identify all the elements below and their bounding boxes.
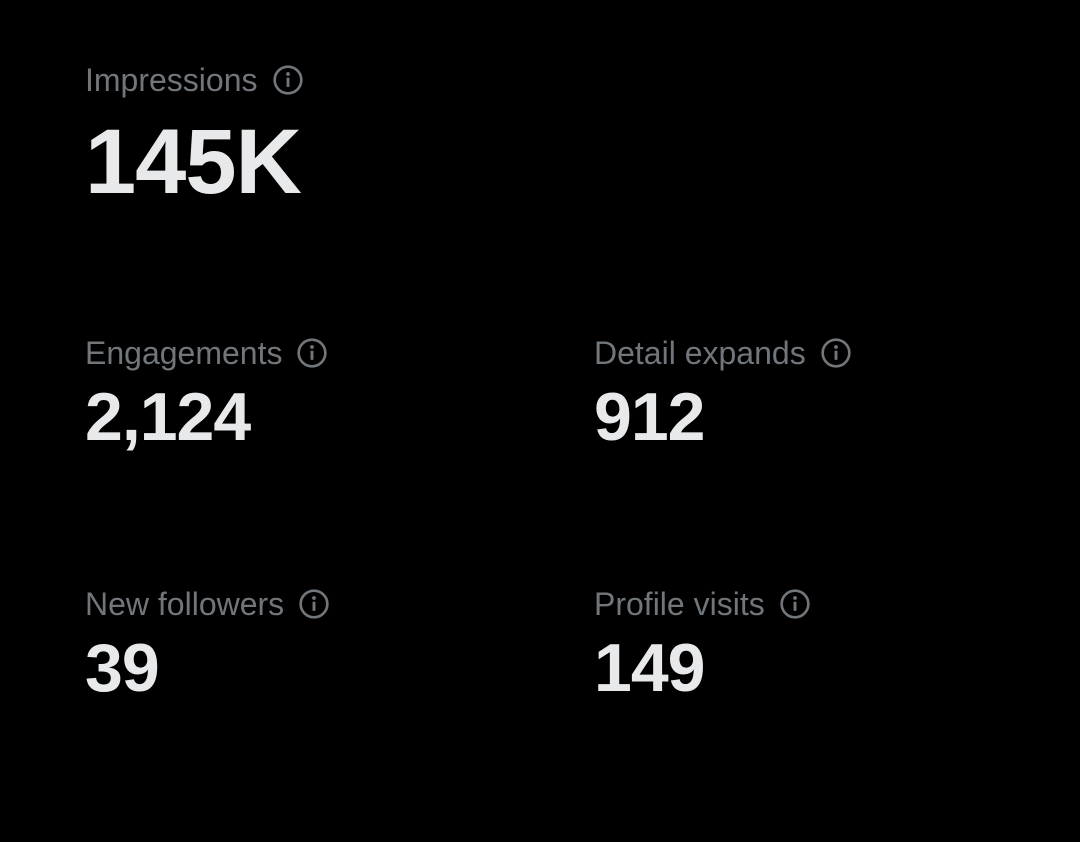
metric-value: 912: [594, 379, 705, 455]
metric-label: Detail expands: [594, 335, 806, 371]
metric-engagements: Engagements 2,124: [85, 333, 328, 455]
metric-value: 39: [85, 630, 160, 706]
metric-label-row: New followers: [85, 584, 330, 624]
metric-new-followers: New followers 39: [85, 584, 330, 706]
metric-value: 145K: [85, 111, 302, 213]
metric-label-row: Impressions: [85, 60, 304, 100]
metric-value: 2,124: [85, 379, 251, 455]
metric-label-row: Engagements: [85, 333, 328, 373]
metric-label: Impressions: [85, 62, 258, 98]
metric-profile-visits: Profile visits 149: [594, 584, 811, 706]
metric-impressions: Impressions 145K: [85, 60, 304, 212]
metric-value: 149: [594, 630, 705, 706]
metric-label-row: Profile visits: [594, 584, 811, 624]
metric-label: New followers: [85, 586, 285, 622]
info-icon[interactable]: [820, 337, 852, 369]
metric-label: Engagements: [85, 335, 283, 371]
info-icon[interactable]: [779, 588, 811, 620]
info-icon[interactable]: [298, 588, 330, 620]
metric-label: Profile visits: [594, 586, 765, 622]
metric-label-row: Detail expands: [594, 333, 852, 373]
info-icon[interactable]: [296, 337, 328, 369]
metric-detail-expands: Detail expands 912: [594, 333, 852, 455]
info-icon[interactable]: [272, 64, 304, 96]
